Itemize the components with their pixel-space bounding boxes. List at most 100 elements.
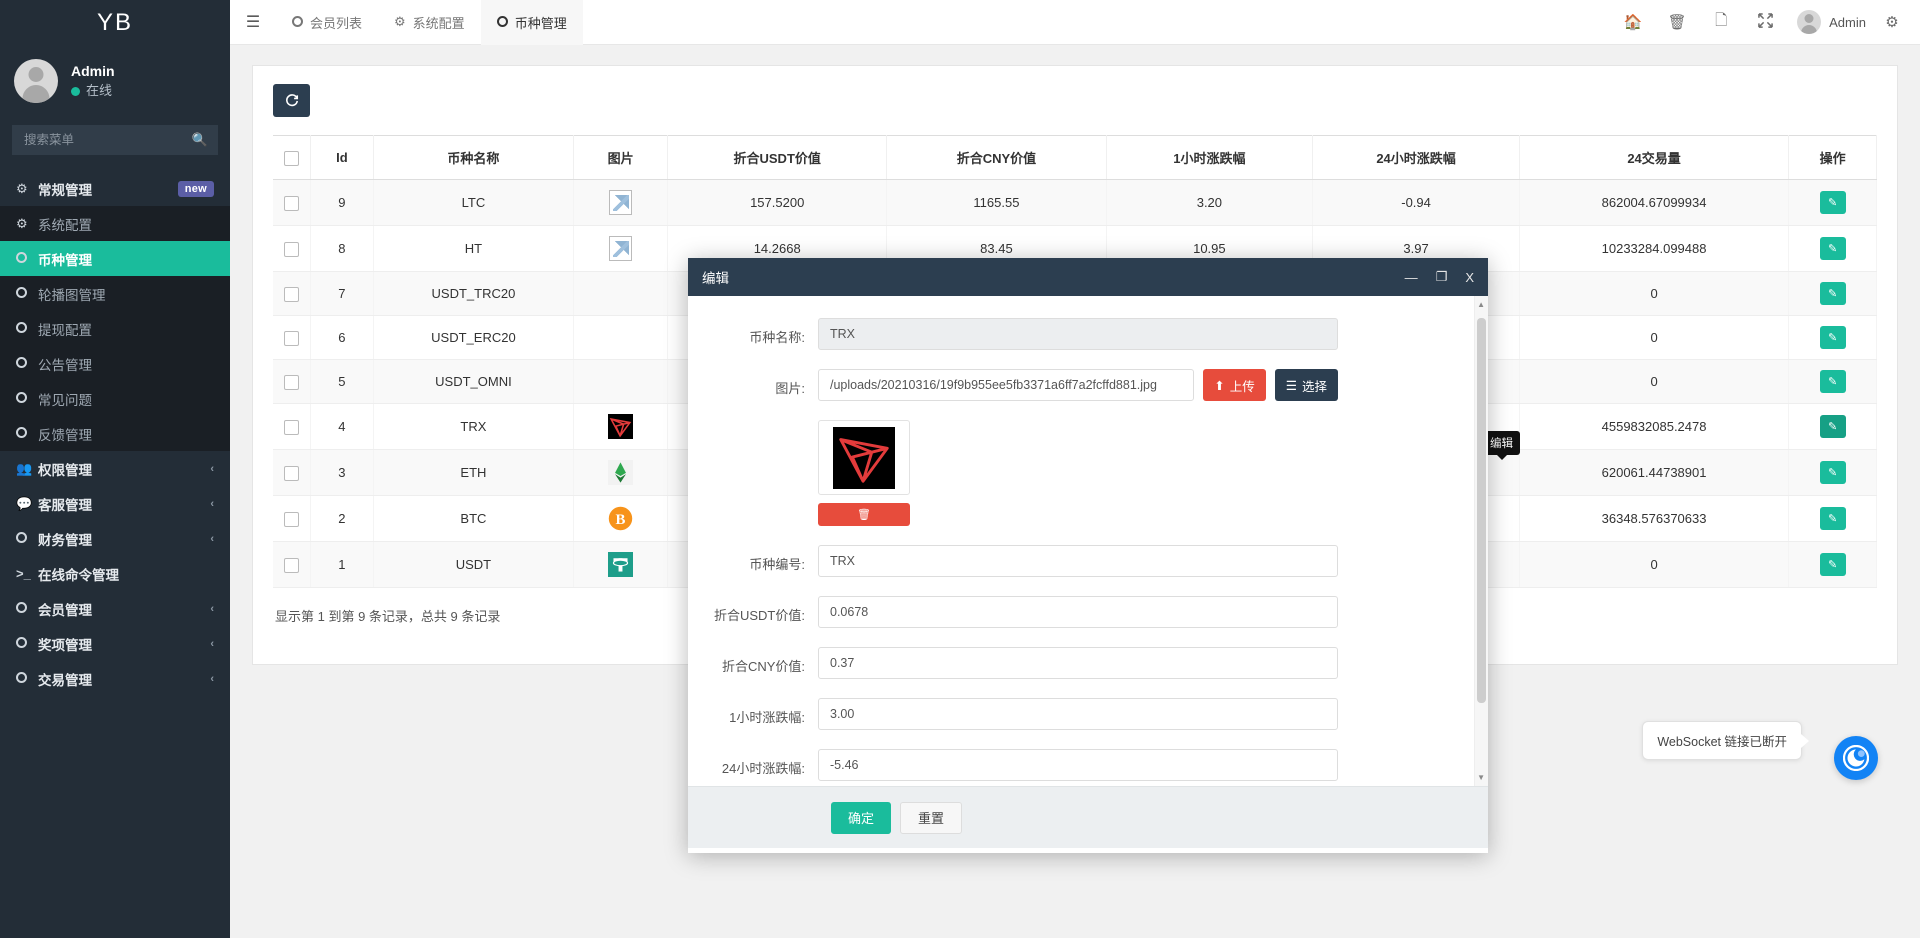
sidebar-item-4[interactable]: 提现配置 — [0, 311, 230, 346]
cell-name: HT — [373, 226, 573, 272]
scroll-up-icon[interactable]: ▲ — [1477, 300, 1485, 309]
row-select-cell[interactable] — [273, 360, 311, 404]
clone-icon[interactable]: 🗋 — [1699, 10, 1743, 35]
row-checkbox[interactable] — [284, 420, 299, 435]
sidebar-item-9[interactable]: 💬客服管理‹ — [0, 486, 230, 521]
row-edit-button[interactable]: ✎ — [1820, 370, 1846, 393]
sidebar-item-6[interactable]: 常见问题 — [0, 381, 230, 416]
modal-scrollbar[interactable]: ▲ ▼ — [1474, 296, 1488, 786]
select-all-checkbox[interactable] — [284, 151, 299, 166]
row-select-cell[interactable] — [273, 450, 311, 496]
hamburger-icon[interactable]: ☰ — [230, 12, 276, 32]
sidebar-item-0[interactable]: ⚙常规管理new — [0, 171, 230, 206]
scroll-thumb[interactable] — [1477, 318, 1486, 703]
row-select-cell[interactable] — [273, 272, 311, 316]
sidebar-item-11[interactable]: >_在线命令管理 — [0, 556, 230, 591]
close-icon[interactable]: X — [1465, 270, 1474, 285]
minimize-icon[interactable]: — — [1405, 270, 1418, 285]
usdt-input[interactable] — [818, 596, 1338, 628]
row-edit-button[interactable]: ✎ — [1820, 237, 1846, 260]
row-select-cell[interactable] — [273, 542, 311, 588]
row-checkbox[interactable] — [284, 242, 299, 257]
row-edit-button[interactable]: ✎ — [1820, 415, 1846, 438]
cell-name: BTC — [373, 496, 573, 542]
sidebar-item-5[interactable]: 公告管理 — [0, 346, 230, 381]
gears-icon[interactable]: ⚙ — [1882, 13, 1902, 31]
column-header-label: 1小时涨跌幅 — [1173, 151, 1245, 166]
sidebar-item-12[interactable]: 会员管理‹ — [0, 591, 230, 626]
field-cny-value: 折合CNY价值: — [688, 647, 1460, 679]
cell-image — [574, 450, 668, 496]
row-select-cell[interactable] — [273, 226, 311, 272]
sidebar-search[interactable]: 🔍 — [12, 125, 218, 155]
image-preview[interactable] — [818, 420, 910, 495]
sidebar-item-10[interactable]: 财务管理‹ — [0, 521, 230, 556]
sidebar-item-2[interactable]: 币种管理 — [0, 241, 230, 276]
cell-action: ✎ — [1789, 180, 1877, 226]
cell-id: 9 — [311, 180, 374, 226]
column-header-label: 24交易量 — [1627, 151, 1680, 166]
tab-2[interactable]: 币种管理 — [481, 0, 583, 45]
row-checkbox[interactable] — [284, 466, 299, 481]
row-checkbox[interactable] — [284, 196, 299, 211]
h1-input[interactable] — [818, 698, 1338, 730]
sidebar-item-14[interactable]: 交易管理‹ — [0, 661, 230, 696]
maximize-icon[interactable]: ❐ — [1436, 269, 1448, 285]
cell-name: TRX — [373, 404, 573, 450]
row-checkbox[interactable] — [284, 375, 299, 390]
image-path-input[interactable] — [818, 369, 1194, 401]
chat-bubble-icon[interactable] — [1834, 736, 1878, 780]
field-coin-code: 币种编号: — [688, 545, 1460, 577]
sidebar-item-13[interactable]: 奖项管理‹ — [0, 626, 230, 661]
row-select-cell[interactable] — [273, 180, 311, 226]
scroll-down-icon[interactable]: ▼ — [1477, 773, 1485, 782]
reset-button[interactable]: 重置 — [900, 802, 962, 834]
refresh-button[interactable] — [273, 84, 310, 117]
sidebar-item-1[interactable]: ⚙系统配置 — [0, 206, 230, 241]
h24-input[interactable] — [818, 749, 1338, 781]
sidebar-item-3[interactable]: 轮播图管理 — [0, 276, 230, 311]
cell-name: USDT_OMNI — [373, 360, 573, 404]
confirm-button[interactable]: 确定 — [831, 802, 891, 834]
row-checkbox[interactable] — [284, 558, 299, 573]
delete-image-button[interactable]: 🗑 — [818, 503, 910, 526]
home-icon[interactable]: 🏠 — [1611, 13, 1655, 31]
row-select-cell[interactable] — [273, 404, 311, 450]
table-row[interactable]: 9LTC157.52001165.553.20-0.94862004.67099… — [273, 180, 1877, 226]
row-checkbox[interactable] — [284, 512, 299, 527]
topbar-username[interactable]: Admin — [1829, 15, 1866, 30]
row-select-cell[interactable] — [273, 316, 311, 360]
column-header-3: 图片 — [574, 136, 668, 180]
row-edit-button[interactable]: ✎ — [1820, 326, 1846, 349]
row-select-cell[interactable] — [273, 496, 311, 542]
broken-image-icon — [609, 236, 632, 261]
cell-name: USDT — [373, 542, 573, 588]
cny-input[interactable] — [818, 647, 1338, 679]
coin-name-input[interactable] — [818, 318, 1338, 350]
fullscreen-icon[interactable] — [1743, 13, 1787, 32]
coin-code-input[interactable] — [818, 545, 1338, 577]
trash-icon[interactable]: 🗑 — [1655, 13, 1699, 31]
row-edit-button[interactable]: ✎ — [1820, 553, 1846, 576]
search-input[interactable] — [22, 132, 192, 148]
row-checkbox[interactable] — [284, 287, 299, 302]
usdt-label: 折合USDT价值: — [688, 596, 818, 624]
row-edit-button[interactable]: ✎ — [1820, 507, 1846, 530]
select-all-header[interactable] — [273, 136, 311, 180]
brand-logo[interactable]: YB — [0, 0, 230, 45]
sidebar-item-8[interactable]: 👥权限管理‹ — [0, 451, 230, 486]
upload-button[interactable]: ⬆ 上传 — [1203, 369, 1266, 401]
column-header-1: Id — [311, 136, 374, 180]
row-edit-button[interactable]: ✎ — [1820, 461, 1846, 484]
row-edit-button[interactable]: ✎ — [1820, 282, 1846, 305]
search-icon[interactable]: 🔍 — [192, 132, 208, 148]
topbar-avatar[interactable] — [1797, 10, 1821, 34]
column-header-8: 24交易量 — [1519, 136, 1788, 180]
tab-1[interactable]: ⚙系统配置 — [378, 0, 481, 45]
select-button[interactable]: ☰ 选择 — [1275, 369, 1338, 401]
svg-text:B: B — [616, 512, 626, 528]
row-checkbox[interactable] — [284, 331, 299, 346]
sidebar-item-7[interactable]: 反馈管理 — [0, 416, 230, 451]
tab-0[interactable]: 会员列表 — [276, 0, 378, 45]
row-edit-button[interactable]: ✎ — [1820, 191, 1846, 214]
